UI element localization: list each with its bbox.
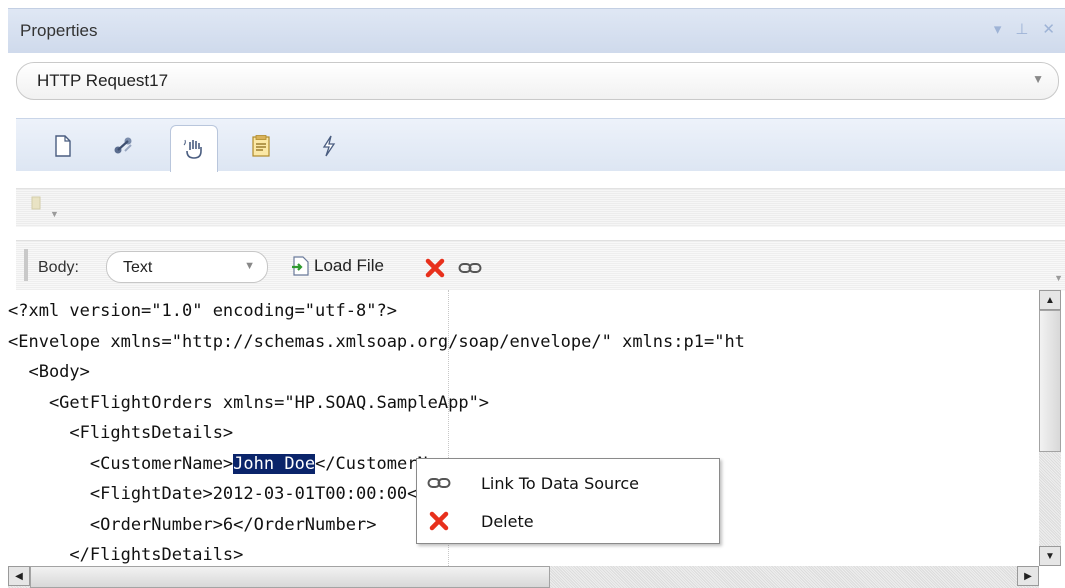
scroll-up-button[interactable]: ▲ (1039, 290, 1061, 310)
horizontal-scrollbar[interactable]: ◀ ▶ (8, 566, 1039, 588)
secondary-toolbar: ▼ (16, 188, 1065, 227)
panel-controls: ▾ ⊥ ✕ (994, 20, 1055, 38)
connector-icon (114, 137, 132, 154)
scroll-right-button[interactable]: ▶ (1017, 566, 1039, 586)
link-button[interactable] (458, 261, 482, 280)
menu-item-label: Delete (481, 511, 534, 531)
menu-item-link-to-data-source[interactable]: Link To Data Source (417, 465, 717, 501)
code-line: <?xml version="1.0" encoding="utf-8"?> (8, 301, 397, 321)
delete-button[interactable] (424, 257, 446, 284)
properties-tabs (16, 118, 1065, 172)
load-file-button[interactable]: Load File (290, 255, 384, 277)
menu-item-delete[interactable]: Delete (417, 503, 717, 539)
scroll-down-button[interactable]: ▼ (1039, 546, 1061, 566)
load-file-icon (292, 256, 309, 276)
hand-wave-icon (183, 139, 202, 159)
link-icon (458, 263, 482, 273)
chevron-down-icon[interactable]: ▼ (1032, 72, 1044, 86)
vertical-scroll-thumb[interactable] (1039, 310, 1061, 452)
code-line: <Envelope xmlns="http://schemas.xmlsoap.… (8, 331, 745, 352)
vertical-scrollbar[interactable]: ▲ ▼ (1039, 290, 1061, 566)
code-line: <GetFlightOrders xmlns="HP.SOAQ.SampleAp… (8, 392, 490, 413)
code-line: <Body> (8, 362, 90, 382)
code-line: </FlightsDetails> (8, 545, 244, 565)
body-toolbar: Body: Text ▼ Load File ▼ (16, 240, 1065, 291)
code-line: <FlightsDetails> (8, 423, 234, 443)
code-line: <OrderNumber>6</OrderNumber> (8, 514, 377, 535)
delete-x-icon (425, 258, 445, 278)
context-menu: Link To Data Source Delete (416, 458, 720, 544)
document-lines-icon (252, 135, 270, 157)
chevron-down-icon[interactable]: ▼ (1054, 273, 1063, 283)
code-line-selected: <CustomerName>John Doe</CustomerName> (8, 453, 469, 474)
tab-general[interactable] (40, 128, 86, 164)
menu-item-label: Link To Data Source (481, 473, 640, 493)
pin-icon[interactable]: ⊥ (1015, 20, 1028, 38)
panel-titlebar: Properties ▾ ⊥ ✕ (8, 8, 1065, 53)
tab-checkpoints[interactable] (238, 128, 284, 164)
body-format-value: Text (123, 259, 153, 276)
link-icon (427, 478, 451, 488)
load-file-label: Load File (314, 256, 384, 275)
step-selector[interactable]: HTTP Request17 ▼ (16, 62, 1059, 100)
tab-events[interactable] (306, 128, 352, 164)
selected-text[interactable]: John Doe (233, 453, 316, 474)
code-fragment: <CustomerName> (8, 453, 234, 474)
tab-connections[interactable] (100, 128, 146, 164)
toolbar-grip (24, 249, 28, 281)
panel-title: Properties (20, 21, 98, 40)
body-format-select[interactable]: Text ▼ (106, 251, 268, 283)
properties-panel: Properties ▾ ⊥ ✕ HTTP Request17 ▼ ▼ Body… (0, 0, 1065, 588)
tab-input[interactable] (170, 125, 218, 172)
lightning-icon (322, 135, 336, 157)
chevron-down-icon[interactable]: ▼ (244, 260, 255, 272)
dropdown-arrow-icon[interactable]: ▾ (994, 20, 1002, 38)
delete-x-icon (429, 511, 449, 531)
page-icon (55, 135, 71, 157)
step-selector-value: HTTP Request17 (37, 71, 169, 90)
close-icon[interactable]: ✕ (1042, 20, 1055, 38)
data-link-disabled-icon (30, 195, 44, 220)
horizontal-scroll-thumb[interactable] (30, 566, 550, 588)
chevron-down-icon[interactable]: ▼ (50, 209, 59, 219)
scroll-left-button[interactable]: ◀ (8, 566, 30, 586)
body-label: Body: (38, 259, 79, 276)
